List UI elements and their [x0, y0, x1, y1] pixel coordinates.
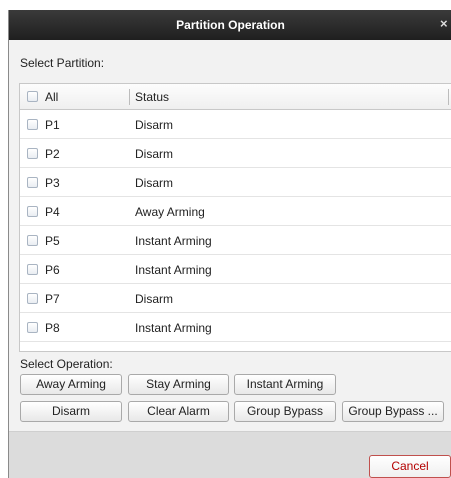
- partition-status: Instant Arming: [135, 263, 212, 277]
- row-checkbox[interactable]: [27, 119, 38, 130]
- cancel-button[interactable]: Cancel: [369, 455, 451, 478]
- header-all: All: [45, 90, 59, 104]
- partition-status: Instant Arming: [135, 321, 212, 335]
- table-row[interactable]: P8 Instant Arming: [20, 314, 451, 342]
- table-row[interactable]: P6 Instant Arming: [20, 256, 451, 284]
- partition-status: Disarm: [135, 118, 173, 132]
- close-icon[interactable]: ×: [440, 16, 451, 32]
- partition-name: P1: [45, 118, 60, 132]
- select-all-checkbox[interactable]: [27, 91, 38, 102]
- dialog-title: Partition Operation: [176, 18, 285, 32]
- dialog-footer: Cancel: [9, 431, 451, 478]
- title-bar: Partition Operation ×: [9, 10, 451, 40]
- partition-status: Instant Arming: [135, 234, 212, 248]
- partition-status: Disarm: [135, 147, 173, 161]
- partition-name: P2: [45, 147, 60, 161]
- partition-name: P8: [45, 321, 60, 335]
- table-row[interactable]: P2 Disarm: [20, 140, 451, 168]
- partition-operation-dialog: Partition Operation × Select Partition: …: [8, 10, 451, 478]
- column-divider[interactable]: [448, 89, 449, 105]
- instant-arming-button[interactable]: Instant Arming: [234, 374, 336, 395]
- partition-status: Away Arming: [135, 205, 205, 219]
- row-checkbox[interactable]: [27, 264, 38, 275]
- partition-name: P7: [45, 292, 60, 306]
- stay-arming-button[interactable]: Stay Arming: [128, 374, 229, 395]
- row-checkbox[interactable]: [27, 235, 38, 246]
- row-checkbox[interactable]: [27, 206, 38, 217]
- select-partition-label: Select Partition:: [20, 56, 105, 70]
- partition-name: P6: [45, 263, 60, 277]
- row-checkbox[interactable]: [27, 177, 38, 188]
- table-row[interactable]: P1 Disarm: [20, 111, 451, 139]
- table-row[interactable]: P4 Away Arming: [20, 198, 451, 226]
- group-bypass-button[interactable]: Group Bypass: [234, 401, 336, 422]
- partition-status: Disarm: [135, 292, 173, 306]
- partition-status: Disarm: [135, 176, 173, 190]
- row-checkbox[interactable]: [27, 322, 38, 333]
- table-row[interactable]: P3 Disarm: [20, 169, 451, 197]
- group-bypass-more-button[interactable]: Group Bypass ...: [342, 401, 444, 422]
- partition-name: P5: [45, 234, 60, 248]
- select-operation-label: Select Operation:: [20, 357, 113, 371]
- row-checkbox[interactable]: [27, 148, 38, 159]
- partition-name: P4: [45, 205, 60, 219]
- partition-name: P3: [45, 176, 60, 190]
- header-status: Status: [135, 90, 170, 104]
- row-checkbox[interactable]: [27, 293, 38, 304]
- column-divider[interactable]: [129, 89, 130, 105]
- away-arming-button[interactable]: Away Arming: [20, 374, 122, 395]
- disarm-button[interactable]: Disarm: [20, 401, 122, 422]
- table-row[interactable]: P7 Disarm: [20, 285, 451, 313]
- table-row[interactable]: P5 Instant Arming: [20, 227, 451, 255]
- clear-alarm-button[interactable]: Clear Alarm: [128, 401, 229, 422]
- partition-table: All Status P1 Disarm P2 Disarm P3 Disarm P4 Awa…: [19, 83, 451, 352]
- table-header: All Status: [20, 84, 451, 110]
